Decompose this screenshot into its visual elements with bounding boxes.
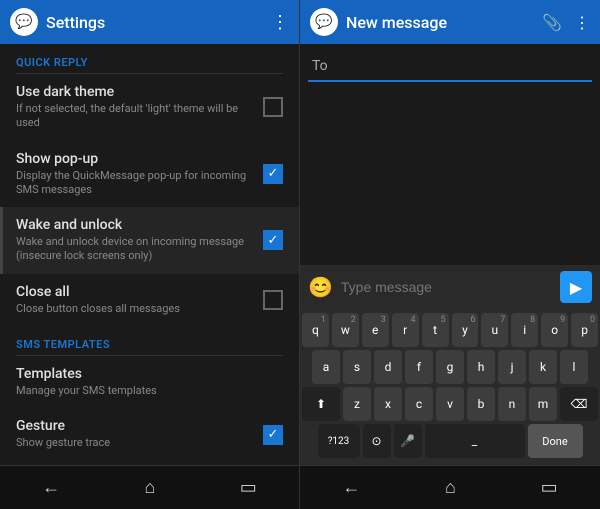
done-key[interactable]: Done (528, 424, 583, 458)
dark-theme-desc: If not selected, the default 'light' the… (16, 102, 253, 131)
gesture-checkbox[interactable] (263, 425, 283, 445)
key-u[interactable]: 7u (481, 313, 508, 347)
gesture-title: Gesture (16, 418, 253, 434)
message-area: To (300, 44, 600, 265)
key-x[interactable]: x (374, 387, 402, 421)
key-r[interactable]: 4r (392, 313, 419, 347)
key-s[interactable]: s (343, 350, 371, 384)
setting-templates[interactable]: Templates Manage your SMS templates (0, 356, 299, 408)
section-quick-reply: QUICK REPLY (0, 44, 299, 73)
new-message-title: New message (346, 13, 447, 32)
to-field[interactable]: To (308, 52, 592, 82)
keyboard-row-3: ⬆ z x c v b n m ⌫ (302, 387, 598, 421)
setting-wake-unlock[interactable]: Wake and unlock Wake and unlock device o… (0, 207, 299, 274)
attach-icon[interactable]: 📎 (542, 13, 562, 32)
templates-title: Templates (16, 366, 273, 382)
key-m[interactable]: m (529, 387, 557, 421)
compose-bar: 😊 ▶ (300, 265, 600, 309)
right-header-icons: 📎 ⋮ (542, 13, 590, 32)
section-sms-templates: SMS TEMPLATES (0, 326, 299, 355)
key-f[interactable]: f (405, 350, 433, 384)
close-all-desc: Close button closes all messages (16, 302, 253, 316)
keyboard-row-4: ?123 ⊙ 🎤 _ Done (302, 424, 598, 458)
key-d[interactable]: d (374, 350, 402, 384)
templates-desc: Manage your SMS templates (16, 384, 273, 398)
key-c[interactable]: c (405, 387, 433, 421)
right-back-button[interactable]: ← (322, 469, 380, 506)
right-nav-bar: ← ⌂ ▭ (300, 465, 600, 509)
close-all-title: Close all (16, 284, 253, 300)
space-key[interactable]: _ (425, 424, 525, 458)
wake-unlock-desc: Wake and unlock device on incoming messa… (16, 235, 253, 264)
right-header-left: 💬 New message (310, 8, 447, 36)
dark-theme-checkbox[interactable] (263, 97, 283, 117)
setting-gesture[interactable]: Gesture Show gesture trace (0, 408, 299, 460)
key-i[interactable]: 8i (511, 313, 538, 347)
keyboard-row-2: a s d f g h j k l (302, 350, 598, 384)
send-icon: ▶ (570, 278, 582, 297)
wake-unlock-title: Wake and unlock (16, 217, 253, 233)
key-h[interactable]: h (467, 350, 495, 384)
show-popup-desc: Display the QuickMessage pop-up for inco… (16, 169, 253, 198)
key-o[interactable]: 9o (541, 313, 568, 347)
right-home-button[interactable]: ⌂ (425, 469, 476, 506)
key-q[interactable]: 1q (302, 313, 329, 347)
symbols-key[interactable]: ?123 (318, 424, 360, 458)
right-recent-button[interactable]: ▭ (521, 469, 578, 506)
key-g[interactable]: g (436, 350, 464, 384)
backspace-key[interactable]: ⌫ (560, 387, 598, 421)
key-y[interactable]: 6y (452, 313, 479, 347)
mic-key[interactable]: 🎤 (394, 424, 422, 458)
key-l[interactable]: l (560, 350, 588, 384)
recent-button[interactable]: ▭ (220, 469, 277, 506)
wake-unlock-checkbox[interactable] (263, 230, 283, 250)
settings-header: 💬 Settings ⋮ (0, 0, 299, 44)
key-n[interactable]: n (498, 387, 526, 421)
key-t[interactable]: 5t (422, 313, 449, 347)
new-message-panel: 💬 New message 📎 ⋮ To 😊 ▶ 1q 2w (300, 0, 600, 509)
emoji-button[interactable]: 😊 (308, 275, 333, 299)
key-v[interactable]: v (436, 387, 464, 421)
key-a[interactable]: a (312, 350, 340, 384)
settings-key[interactable]: ⊙ (363, 424, 391, 458)
message-app-icon: 💬 (310, 8, 338, 36)
back-button[interactable]: ← (22, 469, 80, 506)
key-p[interactable]: 0p (571, 313, 598, 347)
show-popup-title: Show pop-up (16, 151, 253, 167)
message-input[interactable] (341, 279, 552, 295)
settings-title: Settings (46, 13, 105, 32)
settings-content: QUICK REPLY Use dark theme If not select… (0, 44, 299, 465)
settings-app-icon: 💬 (10, 8, 38, 36)
key-w[interactable]: 2w (332, 313, 359, 347)
setting-close-all[interactable]: Close all Close button closes all messag… (0, 274, 299, 326)
close-all-checkbox[interactable] (263, 290, 283, 310)
key-j[interactable]: j (498, 350, 526, 384)
gesture-desc: Show gesture trace (16, 436, 253, 450)
setting-dark-theme[interactable]: Use dark theme If not selected, the defa… (0, 74, 299, 141)
overflow-menu-icon[interactable]: ⋮ (574, 13, 590, 32)
left-nav-bar: ← ⌂ ▭ (0, 465, 299, 509)
key-k[interactable]: k (529, 350, 557, 384)
keyboard-number-hints: 1q 2w 3e 4r 5t 6y 7u (302, 313, 598, 347)
home-button[interactable]: ⌂ (125, 469, 176, 506)
key-z[interactable]: z (343, 387, 371, 421)
show-popup-checkbox[interactable] (263, 164, 283, 184)
header-left: 💬 Settings (10, 8, 105, 36)
key-b[interactable]: b (467, 387, 495, 421)
settings-overflow-icon[interactable]: ⋮ (271, 12, 289, 33)
message-body[interactable] (308, 88, 592, 257)
dark-theme-title: Use dark theme (16, 84, 253, 100)
settings-panel: 💬 Settings ⋮ QUICK REPLY Use dark theme … (0, 0, 300, 509)
new-message-header: 💬 New message 📎 ⋮ (300, 0, 600, 44)
setting-show-popup[interactable]: Show pop-up Display the QuickMessage pop… (0, 141, 299, 208)
key-e[interactable]: 3e (362, 313, 389, 347)
send-button[interactable]: ▶ (560, 271, 592, 303)
keyboard: 1q 2w 3e 4r 5t 6y 7u (300, 309, 600, 465)
shift-key[interactable]: ⬆ (302, 387, 340, 421)
